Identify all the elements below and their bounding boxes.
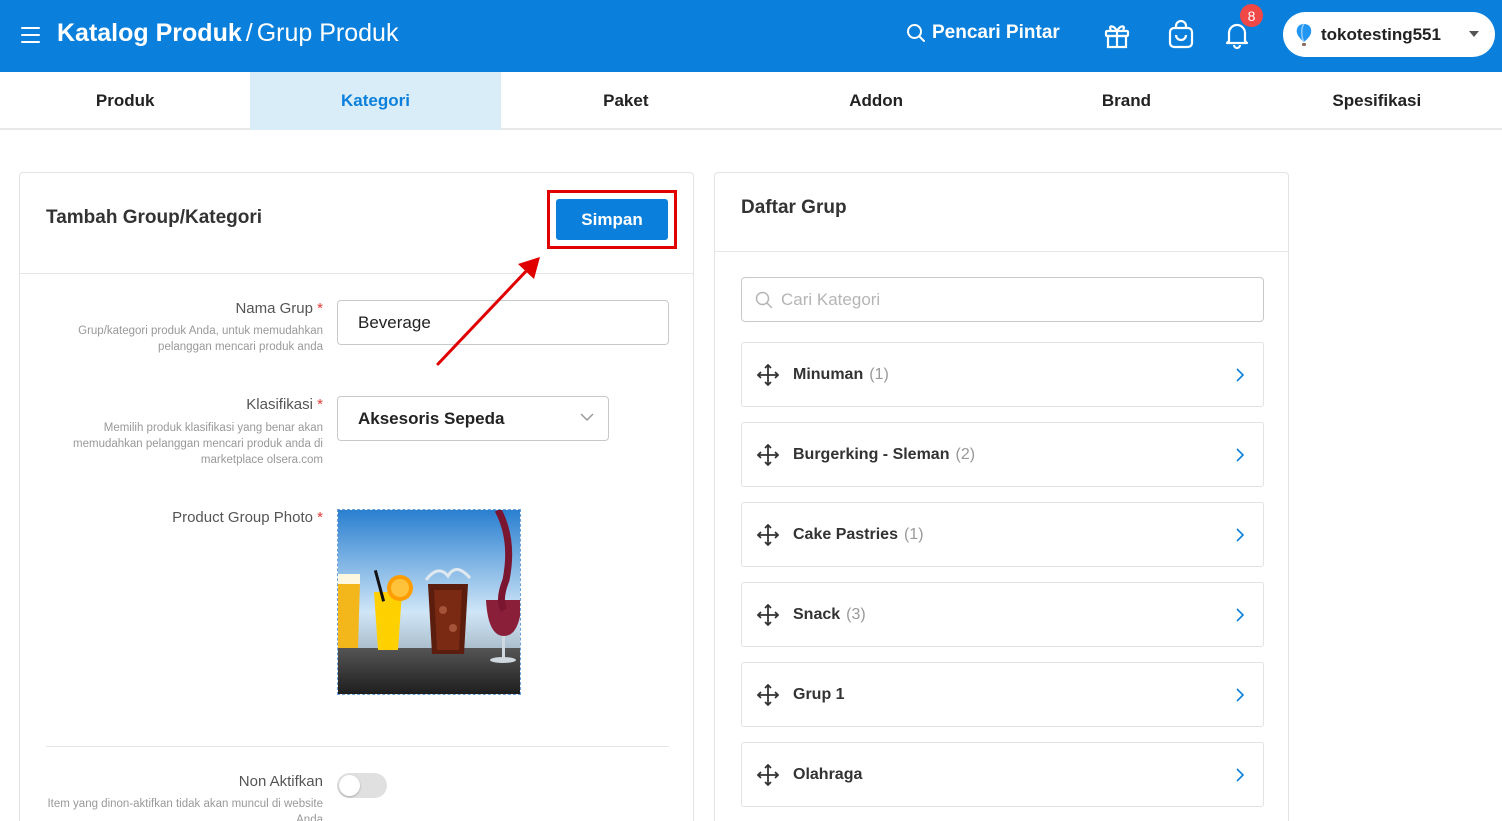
drag-move-icon[interactable] — [756, 523, 780, 547]
smart-search-label: Pencari Pintar — [932, 22, 1060, 43]
group-item-snack[interactable]: Snack (3) — [741, 582, 1264, 647]
chevron-right-icon — [1236, 528, 1245, 542]
add-group-card: Tambah Group/Kategori Simpan Nama Grup *… — [19, 172, 694, 821]
group-item-cake-pastries[interactable]: Cake Pastries (1) — [741, 502, 1264, 567]
tab-paket[interactable]: Paket — [501, 72, 751, 130]
deactivate-toggle[interactable] — [337, 773, 387, 798]
account-name: tokotesting551 — [1321, 24, 1441, 44]
required-mark: * — [317, 396, 323, 413]
required-mark: * — [317, 509, 323, 526]
group-count: (1) — [869, 365, 889, 383]
chevron-right-icon — [1236, 768, 1245, 782]
gift-icon[interactable] — [1100, 18, 1134, 52]
form-divider — [46, 746, 669, 747]
group-name: Grup 1 — [793, 685, 845, 703]
group-item-grup-1[interactable]: Grup 1 — [741, 662, 1264, 727]
tab-produk[interactable]: Produk — [0, 72, 250, 130]
group-list-title: Daftar Grup — [741, 197, 847, 218]
search-icon — [755, 291, 773, 308]
group-item-minuman[interactable]: Minuman (1) — [741, 342, 1264, 407]
group-item-olahraga[interactable]: Olahraga — [741, 742, 1264, 807]
menu-icon[interactable] — [21, 27, 40, 43]
classification-label: Klasifikasi * — [246, 396, 323, 413]
drag-move-icon[interactable] — [756, 363, 780, 387]
chevron-right-icon — [1236, 368, 1245, 382]
classification-select[interactable]: Aksesoris Sepeda — [337, 396, 609, 441]
category-search[interactable] — [741, 277, 1264, 322]
photo-label: Product Group Photo * — [172, 509, 323, 526]
shopping-bag-icon[interactable] — [1164, 18, 1198, 52]
group-list-card: Daftar Grup Minuman (1) Burgerking - Sle… — [714, 172, 1289, 821]
group-name: Cake Pastries — [793, 525, 898, 543]
required-mark: * — [317, 300, 323, 317]
add-group-card-header: Tambah Group/Kategori Simpan — [20, 173, 693, 274]
photo-label-text: Product Group Photo — [172, 509, 313, 526]
search-icon — [907, 24, 925, 42]
tab-addon[interactable]: Addon — [751, 72, 1001, 130]
group-name-label: Nama Grup * — [235, 300, 323, 317]
caret-down-icon — [1469, 31, 1479, 37]
group-count: (2) — [955, 445, 976, 463]
deactivate-hint: Item yang dinon-aktifkan tidak akan munc… — [47, 798, 323, 821]
add-group-title: Tambah Group/Kategori — [46, 207, 263, 228]
smart-search-button[interactable]: Pencari Pintar — [906, 22, 1060, 44]
drag-move-icon[interactable] — [756, 763, 780, 787]
account-switcher[interactable]: tokotesting551 — [1283, 12, 1495, 57]
group-name-label-text: Nama Grup — [235, 300, 313, 317]
tab-spesifikasi[interactable]: Spesifikasi — [1252, 72, 1502, 130]
chevron-down-icon — [580, 413, 594, 422]
group-list-header: Daftar Grup — [715, 173, 1288, 252]
chevron-right-icon — [1236, 448, 1245, 462]
group-count: (1) — [903, 525, 924, 543]
balloon-logo-icon — [1296, 22, 1312, 46]
title-sub: Grup Produk — [256, 19, 399, 47]
group-count: (3) — [846, 605, 866, 623]
drag-move-icon[interactable] — [756, 683, 780, 707]
top-app-bar: Katalog Produk / Grup Produk Pencari Pinta… — [0, 0, 1502, 72]
page-title: Katalog Produk / Grup Produk — [57, 19, 398, 48]
classification-value: Aksesoris Sepeda — [358, 408, 505, 428]
deactivate-label: Non Aktifkan — [238, 773, 323, 790]
chevron-right-icon — [1236, 608, 1245, 622]
group-name-hint: Grup/kategori produk Anda, untuk memudah… — [78, 325, 323, 353]
tab-brand[interactable]: Brand — [1001, 72, 1251, 130]
classification-hint: Memilih produk klasifikasi yang benar ak… — [73, 422, 323, 466]
classification-label-text: Klasifikasi — [246, 396, 313, 413]
drag-move-icon[interactable] — [756, 603, 780, 627]
group-name: Snack — [793, 605, 841, 623]
save-button[interactable]: Simpan — [556, 199, 668, 240]
product-group-photo[interactable] — [337, 509, 521, 695]
notification-badge[interactable]: 8 — [1240, 4, 1263, 27]
catalog-tabs: Produk Kategori Paket Addon Brand Spesif… — [0, 72, 1502, 130]
drag-move-icon[interactable] — [756, 443, 780, 467]
tab-kategori[interactable]: Kategori — [250, 72, 501, 130]
beverage-photo — [338, 510, 520, 694]
group-name: Minuman — [793, 365, 864, 383]
category-search-input[interactable] — [781, 289, 1251, 310]
title-separator: / — [245, 19, 253, 47]
annotation-arrow — [436, 257, 540, 366]
chevron-right-icon — [1236, 688, 1245, 702]
toggle-knob — [339, 775, 360, 796]
group-name: Olahraga — [793, 765, 863, 783]
group-name: Burgerking - Sleman — [793, 445, 950, 463]
save-button-highlight: Simpan — [547, 190, 677, 249]
title-main[interactable]: Katalog Produk — [57, 19, 242, 47]
group-item-burgerking[interactable]: Burgerking - Sleman (2) — [741, 422, 1264, 487]
